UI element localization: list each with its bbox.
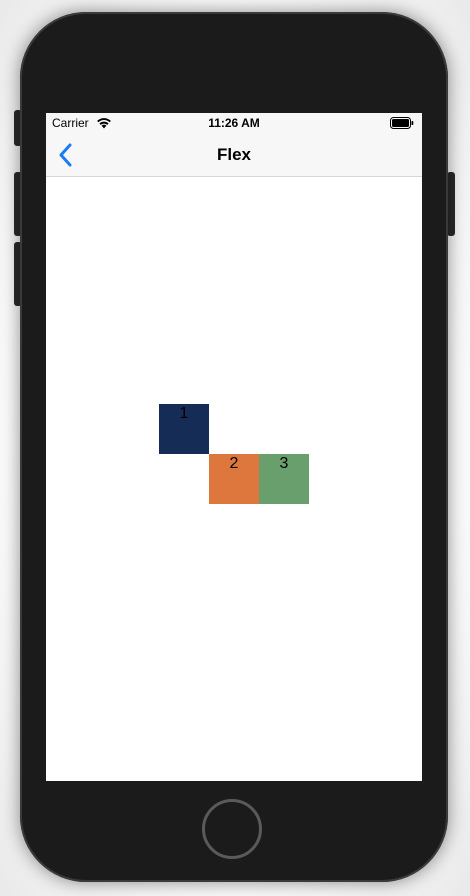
status-bar: Carrier 11:26 AM: [46, 113, 422, 133]
screen: Carrier 11:26 AM Flex 1 2 3: [46, 113, 422, 781]
flex-box-label: 2: [229, 455, 239, 472]
flex-box-label: 1: [179, 405, 189, 422]
flex-box-label: 3: [279, 455, 289, 472]
home-button[interactable]: [202, 799, 262, 859]
status-time: 11:26 AM: [208, 116, 260, 130]
flex-box-1: 1: [159, 404, 209, 454]
power-button: [447, 172, 455, 236]
stage: Carrier 11:26 AM Flex 1 2 3: [0, 0, 470, 896]
flex-content: 1 2 3: [46, 177, 422, 781]
page-title: Flex: [216, 145, 252, 164]
battery-full-icon: [390, 117, 414, 129]
flex-box-2: 2: [209, 454, 259, 504]
flex-box-3: 3: [259, 454, 309, 504]
navigation-bar: Flex: [46, 133, 422, 177]
